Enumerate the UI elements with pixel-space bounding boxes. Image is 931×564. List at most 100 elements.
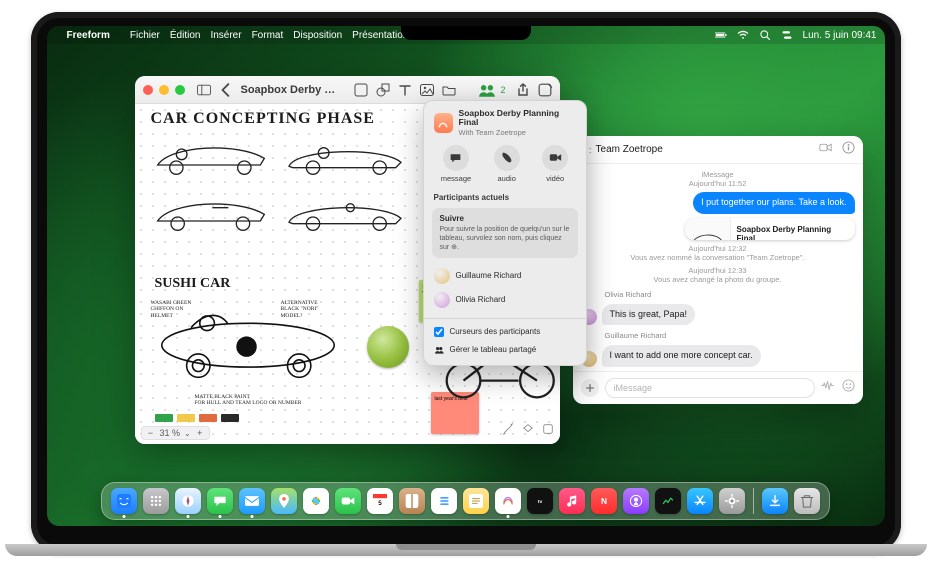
share-icon[interactable] xyxy=(516,81,530,99)
connector-tool-icon[interactable] xyxy=(502,422,514,440)
dock-stocks[interactable] xyxy=(655,488,681,514)
screen-wrap: Freeform Fichier Édition Insérer Format Disp… xyxy=(47,26,885,526)
menu-disposition[interactable]: Disposition xyxy=(293,30,342,41)
dock-launchpad[interactable] xyxy=(143,488,169,514)
video-icon xyxy=(542,145,568,171)
dock-maps[interactable] xyxy=(271,488,297,514)
back-button[interactable] xyxy=(219,81,233,99)
zoom-out-button[interactable]: − xyxy=(146,428,156,438)
freeform-attachment-card[interactable]: Soapbox Derby Planning Final Freeform xyxy=(685,218,855,240)
menu-format[interactable]: Format xyxy=(252,30,284,41)
participant-row[interactable]: Guillaume Richard xyxy=(434,264,576,288)
insert-media-icon[interactable] xyxy=(420,81,434,99)
zoom-dropdown-icon[interactable]: ⌄ xyxy=(184,429,191,438)
manage-shared-board-label: Gérer le tableau partagé xyxy=(450,345,537,354)
facetime-video-icon[interactable] xyxy=(819,141,832,159)
zoom-button[interactable] xyxy=(175,85,185,95)
dock-trash[interactable] xyxy=(794,488,820,514)
compose-input[interactable] xyxy=(605,378,815,398)
voice-message-icon[interactable] xyxy=(821,379,834,397)
participant-cursors-label: Curseurs des participants xyxy=(450,327,541,336)
dock-music[interactable] xyxy=(559,488,585,514)
incoming-bubble-1: This is great, Papa! xyxy=(602,304,696,326)
dock-tv[interactable]: tv xyxy=(527,488,553,514)
svg-text:5: 5 xyxy=(378,500,382,507)
popover-header: Soapbox Derby Planning Final With Team Z… xyxy=(424,109,586,141)
swatch xyxy=(177,414,195,422)
popover-actions: message audio vidéo xyxy=(424,141,586,191)
insert-file-icon[interactable] xyxy=(442,81,456,99)
dock-settings[interactable] xyxy=(719,488,745,514)
sidebar-toggle-icon[interactable] xyxy=(197,81,211,99)
video-action-label: vidéo xyxy=(546,174,564,183)
dock-safari[interactable] xyxy=(175,488,201,514)
freeform-title: Soapbox Derby Planning Final xyxy=(241,84,338,96)
emoji-icon[interactable] xyxy=(842,379,855,397)
participant-cursors-checkbox[interactable] xyxy=(434,327,444,337)
close-button[interactable] xyxy=(143,85,153,95)
participant-cursors-toggle[interactable]: Curseurs des participants xyxy=(424,323,586,341)
dock-podcasts[interactable] xyxy=(623,488,649,514)
new-board-icon[interactable] xyxy=(538,81,552,99)
message-icon xyxy=(443,145,469,171)
dock-downloads[interactable] xyxy=(762,488,788,514)
battery-icon[interactable] xyxy=(715,29,727,41)
message-action[interactable]: message xyxy=(441,145,471,183)
menu-fichier[interactable]: Fichier xyxy=(130,30,160,41)
dock-mail[interactable] xyxy=(239,488,265,514)
dock-notes[interactable] xyxy=(463,488,489,514)
message-thread[interactable]: iMessage Aujourd'hui 11:52 I put togethe… xyxy=(573,164,863,371)
control-center-icon[interactable] xyxy=(781,29,793,41)
dock-appstore[interactable] xyxy=(687,488,713,514)
thread-meta-1: iMessage Aujourd'hui 11:52 xyxy=(689,170,747,188)
wifi-icon[interactable] xyxy=(737,29,749,41)
video-action[interactable]: vidéo xyxy=(542,145,568,183)
window-controls xyxy=(143,85,185,95)
dock-news[interactable]: N xyxy=(591,488,617,514)
dock-reminders[interactable] xyxy=(431,488,457,514)
dock-freeform[interactable] xyxy=(495,488,521,514)
dock-photos[interactable] xyxy=(303,488,329,514)
conversation-name: Team Zoetrope xyxy=(596,144,663,155)
attachment-thumbnail xyxy=(685,218,731,240)
annot-helmet: WASABI GREEN CHIFFON ON HELMET xyxy=(151,300,201,319)
svg-text:N: N xyxy=(601,496,607,506)
minimize-button[interactable] xyxy=(159,85,169,95)
dock-contacts[interactable] xyxy=(399,488,425,514)
menu-édition[interactable]: Édition xyxy=(170,30,201,41)
manage-shared-board[interactable]: Gérer le tableau partagé xyxy=(424,341,586,359)
info-icon[interactable] xyxy=(842,141,855,159)
menu-insérer[interactable]: Insérer xyxy=(210,30,241,41)
audio-action[interactable]: audio xyxy=(494,145,520,183)
dock-calendar[interactable]: 5 xyxy=(367,488,393,514)
annot-nose: ALTERNATIVE BLACK "NORI" MODEL? xyxy=(281,300,331,319)
dock-facetime[interactable] xyxy=(335,488,361,514)
menubar-clock[interactable]: Lun. 5 juin 09:41 xyxy=(803,30,877,41)
apps-button[interactable] xyxy=(581,379,599,397)
attachment-title: Soapbox Derby Planning Final xyxy=(737,225,849,239)
canvas-heading: CAR CONCEPTING PHASE xyxy=(151,110,375,128)
phone-icon xyxy=(494,145,520,171)
insert-sticky-icon[interactable] xyxy=(354,81,368,99)
swatch xyxy=(155,414,173,422)
sketch-car-2 xyxy=(285,134,405,180)
follow-tip-body: Pour suivre la position de quelqu'un sur… xyxy=(440,225,570,252)
collaborators-button[interactable]: 2 xyxy=(476,81,507,99)
follow-tip: Suivre Pour suivre la position de quelqu… xyxy=(432,208,578,258)
search-icon[interactable] xyxy=(759,29,771,41)
board-app-icon xyxy=(434,113,453,133)
sender-label-1: Olivia Richard xyxy=(605,290,855,299)
more-tool-icon[interactable] xyxy=(542,422,554,440)
dock-finder[interactable] xyxy=(111,488,137,514)
dock-messages[interactable] xyxy=(207,488,233,514)
participant-row[interactable]: Olivia Richard xyxy=(434,288,576,312)
insert-shape-icon[interactable] xyxy=(376,81,390,99)
arrange-tool-icon[interactable] xyxy=(522,422,534,440)
zoom-in-button[interactable]: + xyxy=(195,428,205,438)
annot-bottom: MATTE BLACK PAINT FOR HULL AND TEAM LOGO… xyxy=(195,394,335,407)
insert-text-icon[interactable] xyxy=(398,81,412,99)
popover-subtitle: With Team Zoetrope xyxy=(459,128,576,137)
dock-separator xyxy=(753,488,754,514)
thread-meta-2: Aujourd'hui 12:32 Vous avez nommé la con… xyxy=(630,244,804,262)
menubar-app-name[interactable]: Freeform xyxy=(67,30,110,41)
